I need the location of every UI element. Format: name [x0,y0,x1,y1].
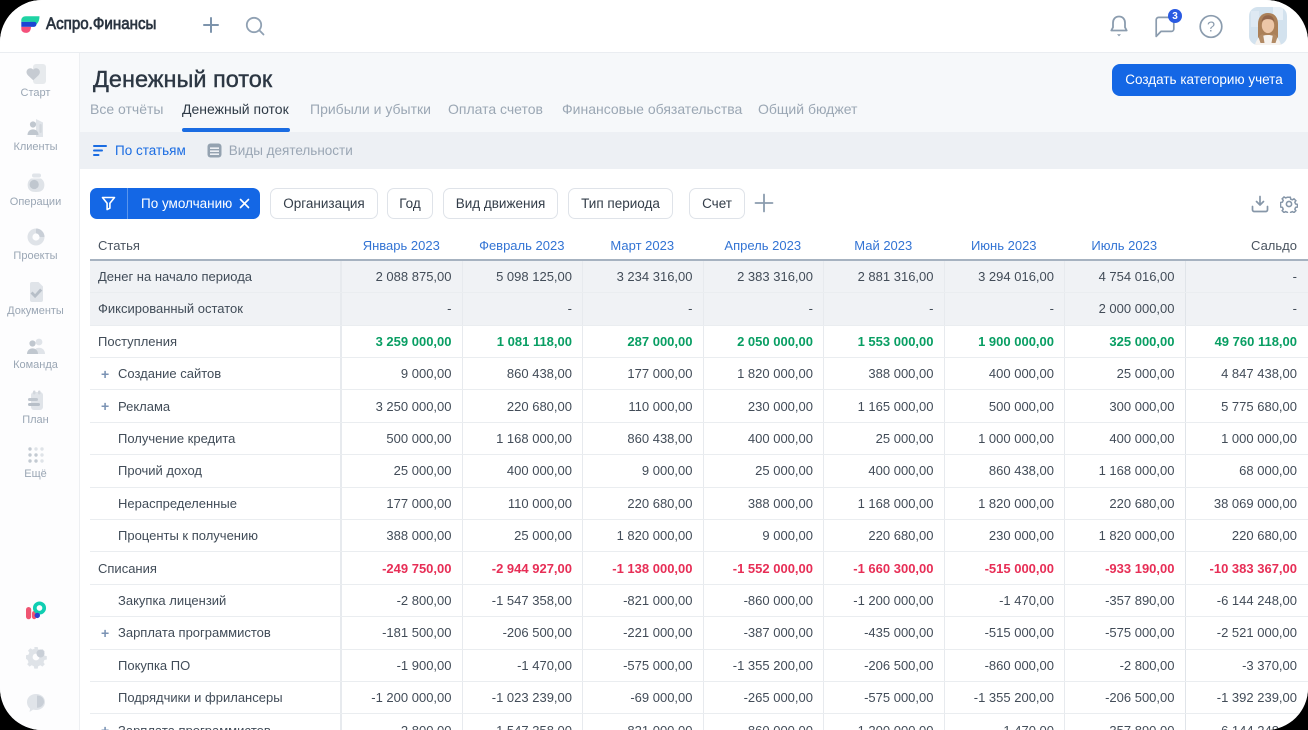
svg-text:?: ? [1207,20,1215,36]
